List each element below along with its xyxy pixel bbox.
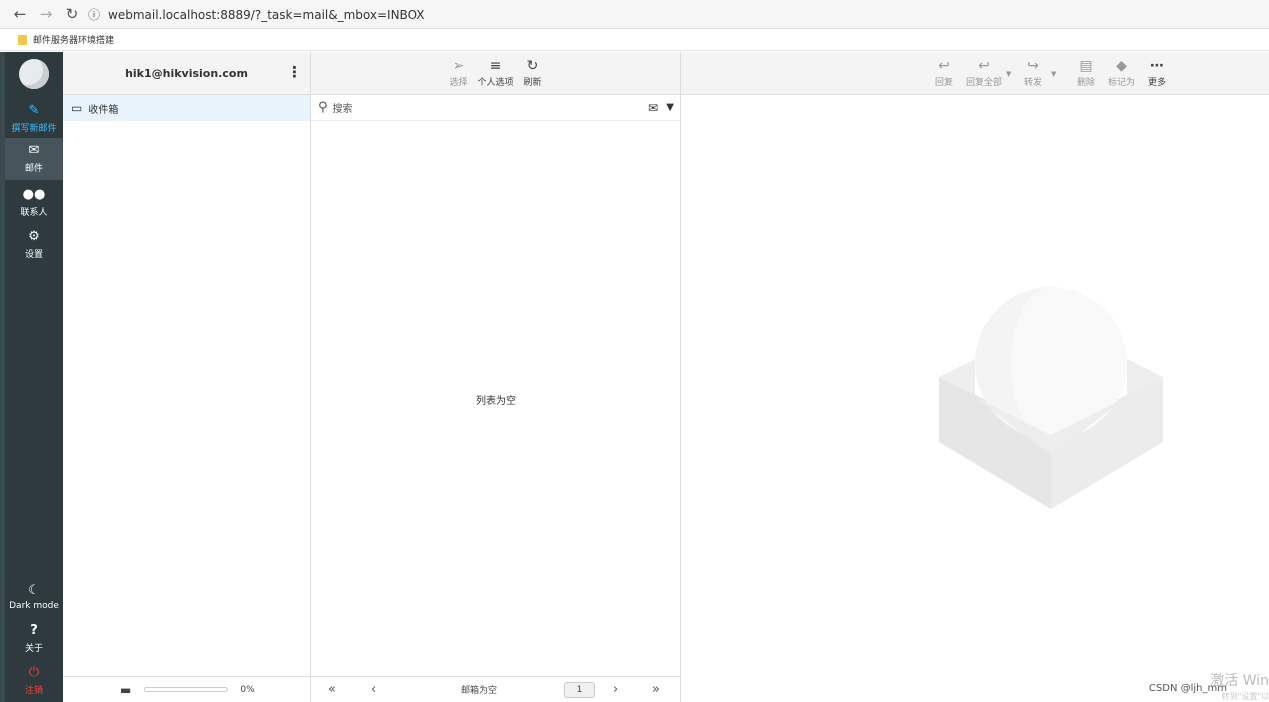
search-input[interactable]: 搜索 — [333, 100, 353, 115]
sidebar-item-dark-mode[interactable]: ☾ Dark mode — [5, 576, 63, 618]
sidebar-item-logout[interactable]: ⏻ 注销 — [5, 660, 63, 702]
select-button[interactable]: ➢ 选择 — [449, 58, 467, 88]
trash-icon: ▤ — [1079, 58, 1093, 74]
tag-icon: ◆ — [1116, 58, 1127, 74]
last-page-icon[interactable]: » — [652, 682, 660, 697]
reply-all-label: 回复全部 — [966, 78, 1003, 88]
compose-icon: ✎ — [28, 103, 40, 118]
search-bar[interactable]: ⚲ 搜索 ✉ ▼ — [311, 95, 680, 121]
power-icon: ⏻ — [28, 665, 40, 680]
logo-icon — [19, 59, 49, 89]
envelope-filter-icon[interactable]: ✉ — [648, 101, 658, 115]
drive-icon: ▬ — [120, 682, 132, 697]
forward-caret-icon[interactable]: ▼ — [1051, 70, 1056, 78]
sidebar-item-settings[interactable]: ⚙ 设置 — [5, 224, 63, 266]
reply-all-icon: ↩ — [978, 58, 990, 74]
refresh-button[interactable]: ↻ 刷新 — [524, 58, 542, 88]
address-bar[interactable]: ⓘ webmail.localhost:8889/?_task=mail&_mb… — [88, 4, 424, 25]
sidebar-item-label: 设置 — [24, 250, 43, 260]
reply-label: 回复 — [935, 78, 954, 88]
quota-bar: ▬ 0% — [63, 676, 310, 702]
bookmarks-bar: 邮件服务器环境搭建 — [0, 29, 1269, 51]
empty-list-message: 列表为空 — [476, 396, 516, 407]
reply-all-button[interactable]: ↩ 回复全部 — [966, 58, 1002, 88]
mark-button[interactable]: ◆ 标记为 — [1108, 58, 1135, 88]
folder-label: 收件箱 — [88, 104, 119, 116]
list-toolbar: ➢ 选择 ≡ 个人选项 ↻ 刷新 — [311, 52, 680, 95]
sliders-icon: ≡ — [489, 58, 502, 74]
forward-icon[interactable]: → — [35, 3, 57, 25]
page-number-input[interactable]: 1 — [564, 681, 595, 698]
sidebar-item-about[interactable]: ? 关于 — [5, 618, 63, 660]
more-button[interactable]: ⋯ 更多 — [1148, 58, 1166, 88]
folder-item-inbox[interactable]: ▭ 收件箱 — [63, 95, 310, 121]
message-view-panel: ↩ 回复 ↩ 回复全部 ▼ ↪ 转发 ▼ ▤ 删除 ◆ 标记为 ⋯ 更多 CSD… — [681, 52, 1269, 702]
sidebar-item-label: 撰写新邮件 — [11, 124, 57, 134]
folder-panel: hik1@hikvision.com ⋮ ▭ 收件箱 ▬ 0% — [63, 52, 311, 702]
message-list-panel: ➢ 选择 ≡ 个人选项 ↻ 刷新 ⚲ 搜索 ✉ ▼ 列表为空 « ‹ 邮箱为空 … — [311, 52, 681, 702]
sidebar-item-label: 注销 — [24, 686, 43, 696]
select-label: 选择 — [449, 78, 468, 88]
refresh-icon: ↻ — [526, 58, 539, 74]
users-icon: ●● — [22, 187, 46, 202]
refresh-label: 刷新 — [523, 78, 542, 88]
message-toolbar: ↩ 回复 ↩ 回复全部 ▼ ↪ 转发 ▼ ▤ 删除 ◆ 标记为 ⋯ 更多 — [681, 52, 1269, 95]
chevron-down-icon[interactable]: ▼ — [666, 102, 674, 113]
forward-mail-icon: ↪ — [1027, 58, 1039, 74]
envelope-icon: ✉ — [28, 143, 40, 158]
roundcube-watermark-icon — [939, 287, 1163, 509]
ellipsis-icon: ⋯ — [1150, 58, 1164, 74]
reply-button[interactable]: ↩ 回复 — [935, 58, 953, 88]
bookmark-folder-icon — [18, 34, 27, 45]
sidebar-item-mail[interactable]: ✉ 邮件 — [5, 138, 63, 180]
search-icon: ⚲ — [318, 100, 328, 115]
first-page-icon[interactable]: « — [328, 682, 336, 697]
quota-track — [144, 687, 229, 692]
next-page-icon[interactable]: › — [613, 682, 618, 697]
logo[interactable] — [5, 52, 63, 96]
sidebar-item-label: 邮件 — [24, 164, 43, 174]
delete-button[interactable]: ▤ 删除 — [1077, 58, 1095, 88]
pointer-icon: ➢ — [452, 58, 465, 74]
question-icon: ? — [30, 623, 38, 638]
prev-page-icon[interactable]: ‹ — [371, 682, 376, 697]
webmail-app: ✎ 撰写新邮件 ✉ 邮件 ●● 联系人 ⚙ 设置 ☾ Dark mode ? 关… — [0, 52, 1269, 702]
sidebar-item-contacts[interactable]: ●● 联系人 — [5, 182, 63, 224]
gear-icon: ⚙ — [28, 229, 40, 244]
sidebar-item-label: 关于 — [24, 644, 43, 654]
account-name: hik1@hikvision.com — [125, 66, 248, 80]
mark-label: 标记为 — [1108, 78, 1136, 88]
forward-label: 转发 — [1024, 78, 1043, 88]
delete-label: 删除 — [1077, 78, 1096, 88]
bookmark-item[interactable]: 邮件服务器环境搭建 — [33, 33, 114, 46]
windows-activation-text: 激活 Win — [1210, 673, 1269, 689]
pager: « ‹ 邮箱为空 1 › » — [311, 676, 680, 702]
url-text: webmail.localhost:8889/?_task=mail&_mbox… — [108, 7, 425, 22]
reply-all-caret-icon[interactable]: ▼ — [1006, 70, 1011, 78]
windows-activation-subtext: 转到"设置"以 — [1221, 692, 1269, 701]
back-icon[interactable]: ← — [9, 3, 31, 25]
more-label: 更多 — [1148, 78, 1167, 88]
forward-button[interactable]: ↪ 转发 — [1024, 58, 1042, 88]
reply-icon: ↩ — [938, 58, 950, 74]
reload-icon[interactable]: ↻ — [61, 3, 83, 25]
browser-toolbar: ← → ↻ ⓘ webmail.localhost:8889/?_task=ma… — [0, 0, 1269, 29]
inbox-icon: ▭ — [71, 101, 83, 115]
sidebar: ✎ 撰写新邮件 ✉ 邮件 ●● 联系人 ⚙ 设置 ☾ Dark mode ? 关… — [5, 52, 63, 702]
sidebar-item-compose[interactable]: ✎ 撰写新邮件 — [5, 98, 63, 140]
sidebar-item-label: Dark mode — [9, 600, 59, 611]
options-label: 个人选项 — [477, 78, 514, 88]
options-button[interactable]: ≡ 个人选项 — [477, 58, 513, 88]
kebab-menu-icon[interactable]: ⋮ — [287, 65, 302, 80]
sidebar-item-label: 联系人 — [20, 208, 48, 218]
moon-icon: ☾ — [28, 582, 40, 598]
pager-status: 邮箱为空 — [461, 686, 498, 696]
account-header: hik1@hikvision.com ⋮ — [63, 52, 310, 95]
quota-percent: 0% — [240, 684, 255, 695]
info-icon[interactable]: ⓘ — [88, 6, 100, 23]
